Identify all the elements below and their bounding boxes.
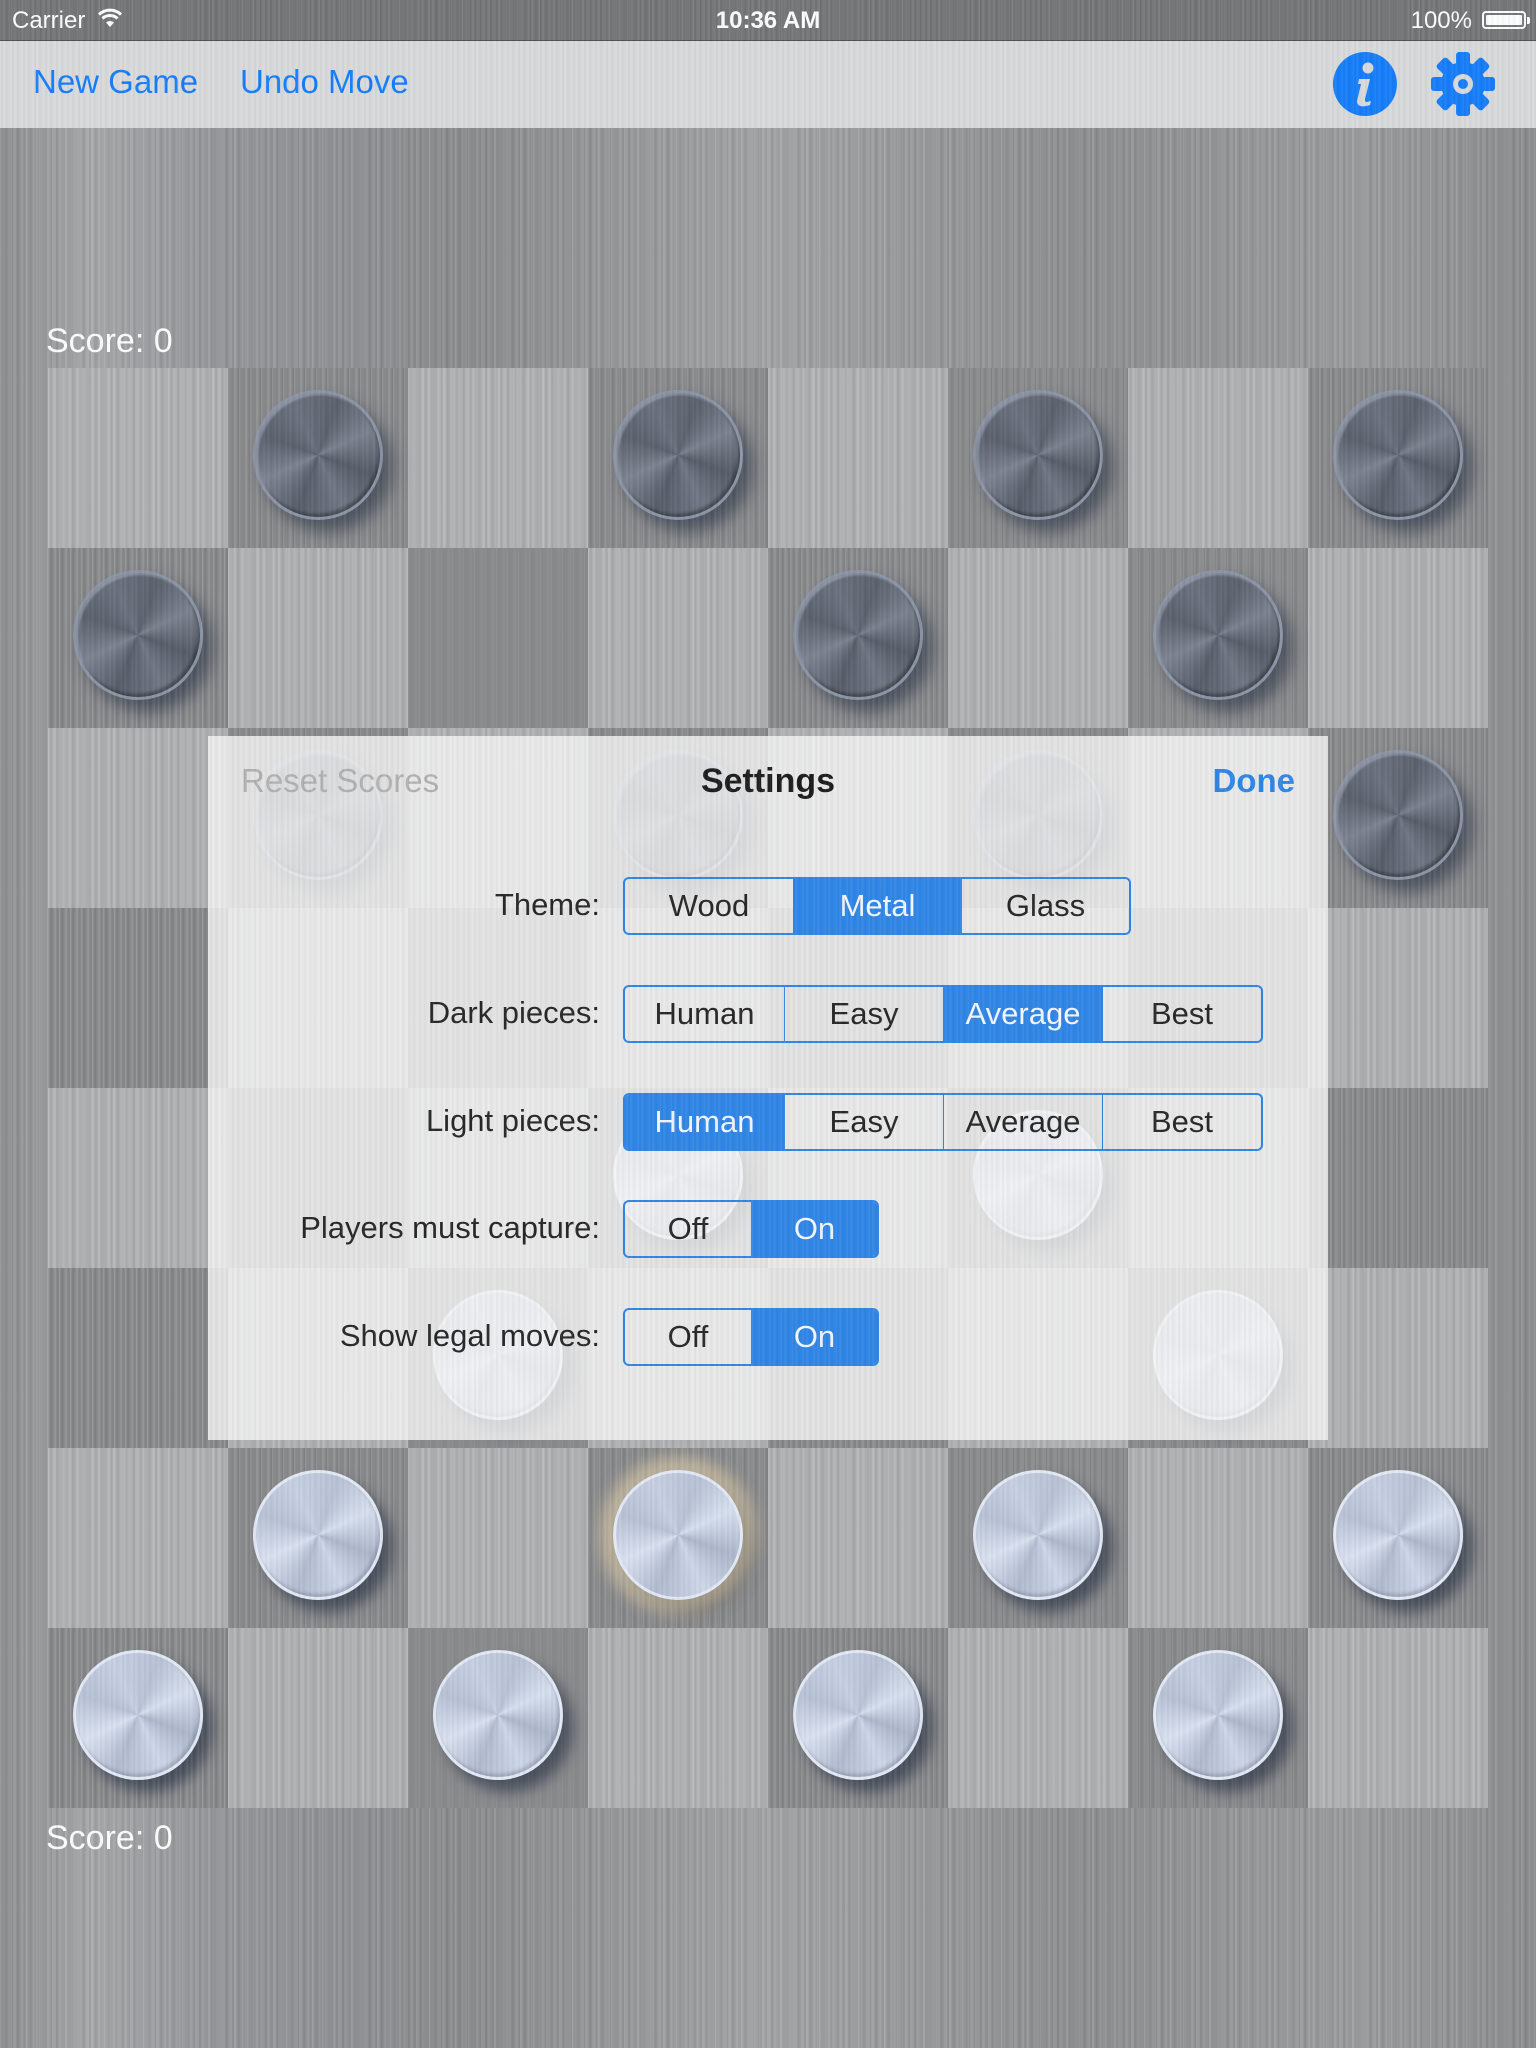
dark-piece[interactable] [1153, 570, 1283, 700]
light-square [948, 548, 1128, 728]
players-must-capture-row: Players must capture: Off On [208, 1200, 1328, 1258]
light-piece[interactable] [1333, 1470, 1463, 1600]
light-square [1128, 368, 1308, 548]
light-square [408, 368, 588, 548]
dark-option-average[interactable]: Average [943, 987, 1102, 1041]
settings-panel: Reset Scores Settings Done Theme: Wood M… [208, 736, 1328, 1440]
dark-option-human[interactable]: Human [625, 987, 784, 1041]
show-legal-moves-toggle[interactable]: Off On [623, 1308, 879, 1366]
dark-pieces-segmented-control[interactable]: Human Easy Average Best [623, 985, 1263, 1043]
dark-square[interactable] [1308, 1088, 1488, 1268]
capture-option-on[interactable]: On [751, 1202, 877, 1256]
dark-piece[interactable] [1333, 750, 1463, 880]
light-square [228, 548, 408, 728]
battery-icon [1482, 11, 1530, 29]
light-piece[interactable] [433, 1650, 563, 1780]
selected-light-piece[interactable] [613, 1470, 743, 1600]
light-piece[interactable] [1153, 1650, 1283, 1780]
show-legal-moves-row: Show legal moves: Off On [208, 1308, 1328, 1366]
clock: 10:36 AM [715, 7, 821, 34]
light-pieces-segmented-control[interactable]: Human Easy Average Best [623, 1093, 1263, 1151]
done-button[interactable]: Done [1213, 762, 1296, 800]
light-option-human[interactable]: Human [625, 1095, 784, 1149]
light-square [948, 1628, 1128, 1808]
dark-piece[interactable] [1333, 390, 1463, 520]
light-piece[interactable] [973, 1470, 1103, 1600]
dark-option-best[interactable]: Best [1102, 987, 1261, 1041]
light-option-average[interactable]: Average [943, 1095, 1102, 1149]
gear-icon[interactable] [1430, 51, 1496, 117]
light-pieces-label: Light pieces: [425, 1103, 600, 1138]
legal-moves-option-on[interactable]: On [751, 1310, 877, 1364]
battery-percent: 100% [1410, 7, 1472, 34]
theme-label: Theme: [494, 887, 600, 922]
light-piece[interactable] [253, 1470, 383, 1600]
dark-piece[interactable] [73, 570, 203, 700]
light-piece[interactable] [793, 1650, 923, 1780]
settings-title: Settings [700, 762, 836, 800]
dark-pieces-label: Dark pieces: [427, 995, 600, 1030]
capture-option-off[interactable]: Off [625, 1202, 751, 1256]
theme-row: Theme: Wood Metal Glass [208, 877, 1328, 935]
top-player-score: Score: 0 [46, 322, 173, 360]
light-square [48, 368, 228, 548]
dark-square[interactable] [48, 1268, 228, 1448]
toolbar: New Game Undo Move [0, 40, 1536, 128]
dark-piece[interactable] [973, 390, 1103, 520]
theme-option-metal[interactable]: Metal [793, 879, 961, 933]
players-must-capture-label: Players must capture: [300, 1210, 600, 1245]
dark-square[interactable] [48, 908, 228, 1088]
info-icon[interactable] [1332, 51, 1398, 117]
light-square [1308, 548, 1488, 728]
light-piece[interactable] [73, 1650, 203, 1780]
light-square [1128, 1448, 1308, 1628]
light-square [48, 1448, 228, 1628]
status-bar: Carrier 10:36 AM 100% [0, 0, 1536, 40]
dark-piece[interactable] [793, 570, 923, 700]
light-square [1308, 1628, 1488, 1808]
light-pieces-row: Light pieces: Human Easy Average Best [208, 1093, 1328, 1151]
light-square [1308, 1268, 1488, 1448]
light-option-best[interactable]: Best [1102, 1095, 1261, 1149]
bottom-player-score: Score: 0 [46, 1819, 173, 1857]
new-game-button[interactable]: New Game [33, 63, 198, 101]
light-square [228, 1628, 408, 1808]
light-square [48, 728, 228, 908]
light-square [768, 1448, 948, 1628]
theme-option-wood[interactable]: Wood [625, 879, 793, 933]
light-square [1308, 908, 1488, 1088]
settings-header: Reset Scores Settings Done [208, 736, 1328, 826]
theme-segmented-control[interactable]: Wood Metal Glass [623, 877, 1131, 935]
dark-option-easy[interactable]: Easy [784, 987, 943, 1041]
dark-square[interactable] [408, 548, 588, 728]
light-option-easy[interactable]: Easy [784, 1095, 943, 1149]
players-must-capture-toggle[interactable]: Off On [623, 1200, 879, 1258]
dark-pieces-row: Dark pieces: Human Easy Average Best [208, 985, 1328, 1043]
dark-piece[interactable] [613, 390, 743, 520]
light-square [48, 1088, 228, 1268]
theme-option-glass[interactable]: Glass [961, 879, 1129, 933]
show-legal-moves-label: Show legal moves: [339, 1318, 600, 1353]
dark-piece[interactable] [253, 390, 383, 520]
light-square [588, 548, 768, 728]
light-square [768, 368, 948, 548]
legal-moves-option-off[interactable]: Off [625, 1310, 751, 1364]
undo-move-button[interactable]: Undo Move [240, 63, 409, 101]
light-square [588, 1628, 768, 1808]
light-square [408, 1448, 588, 1628]
